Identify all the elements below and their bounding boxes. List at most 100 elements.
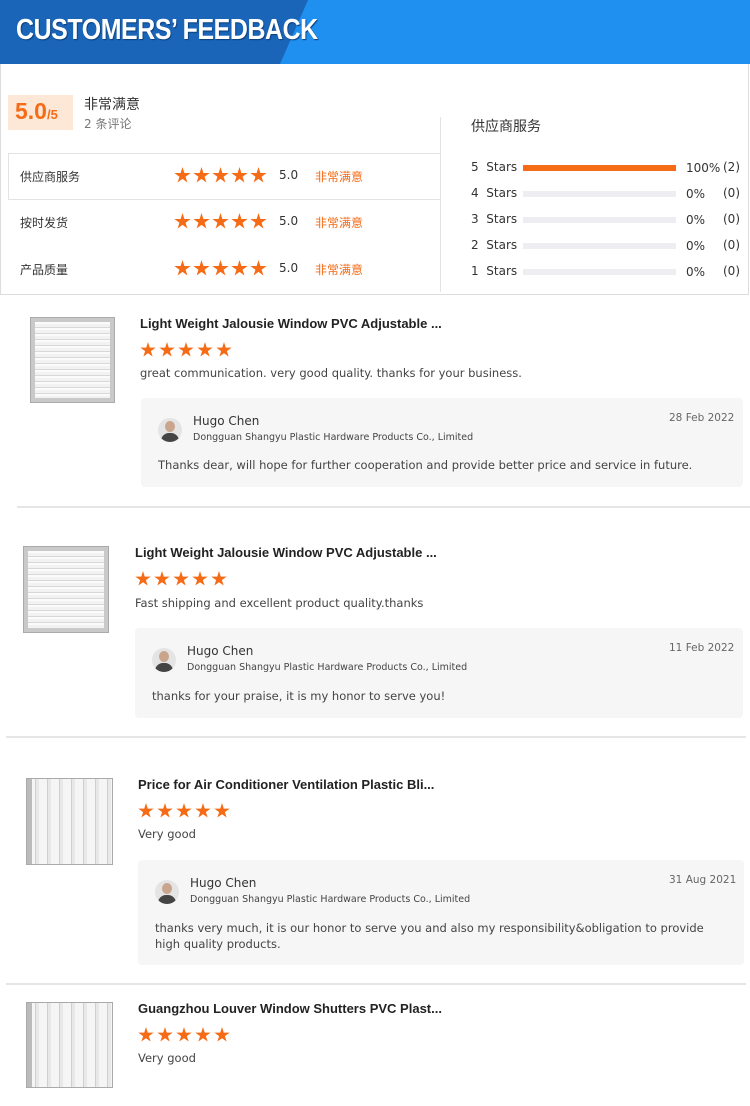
breakdown-percent: 0% xyxy=(686,265,706,279)
star-rating xyxy=(135,571,230,591)
star-icon xyxy=(154,571,170,586)
breakdown-percent: 0% xyxy=(686,187,706,201)
category-label: 产品质量 xyxy=(20,263,69,277)
review-comment: great communication. very good quality. … xyxy=(140,366,522,380)
breakdown-count: (0) xyxy=(723,238,740,252)
star-icon xyxy=(173,571,189,586)
star-rating xyxy=(138,1027,233,1047)
star-rating xyxy=(174,167,269,188)
star-icon xyxy=(212,167,229,183)
star-icon xyxy=(193,260,210,276)
avatar-icon xyxy=(158,418,182,442)
product-title-link[interactable]: Light Weight Jalousie Window PVC Adjusta… xyxy=(135,545,437,560)
feedback-banner: CUSTOMERS’ FEEDBACK xyxy=(0,0,750,64)
star-icon xyxy=(197,342,213,357)
reply-date: 11 Feb 2022 xyxy=(669,642,735,654)
breakdown-label: 1 Stars xyxy=(471,264,518,278)
review-divider xyxy=(6,736,746,738)
star-icon xyxy=(193,213,210,229)
reply-name: Hugo Chen xyxy=(190,876,257,890)
star-icon xyxy=(159,342,175,357)
overall-rating-text: 非常满意 xyxy=(84,97,140,113)
reply-text: thanks very much, it is our honor to ser… xyxy=(155,921,704,951)
breakdown-bar xyxy=(523,217,676,223)
breakdown-count: (0) xyxy=(723,212,740,226)
star-icon xyxy=(195,1027,211,1042)
star-rating xyxy=(174,213,269,234)
breakdown-count: (2) xyxy=(723,160,740,174)
reply-name: Hugo Chen xyxy=(187,644,254,658)
breakdown-count: (0) xyxy=(723,264,740,278)
reply-company: Dongguan Shangyu Plastic Hardware Produc… xyxy=(190,894,471,905)
breakdown-title: 供应商服务 xyxy=(471,119,541,135)
score-max: /5 xyxy=(46,107,58,122)
star-icon xyxy=(174,260,191,276)
star-rating xyxy=(138,803,233,823)
breakdown-label: 4 Stars xyxy=(471,186,518,200)
product-thumbnail[interactable] xyxy=(23,546,109,633)
star-icon xyxy=(135,571,151,586)
star-icon xyxy=(211,571,227,586)
supplier-reply xyxy=(135,628,743,718)
star-icon xyxy=(174,167,191,183)
breakdown-label: 2 Stars xyxy=(471,238,518,252)
star-rating xyxy=(140,342,235,362)
category-rating-text: 非常满意 xyxy=(315,216,364,230)
star-icon xyxy=(231,167,248,183)
review-divider xyxy=(17,506,750,508)
score-value: 5.0 xyxy=(15,98,47,124)
review-comment: Fast shipping and excellent product qual… xyxy=(135,596,424,610)
star-icon xyxy=(212,213,229,229)
star-icon xyxy=(157,1027,173,1042)
product-thumbnail[interactable] xyxy=(30,317,115,403)
breakdown-bar xyxy=(523,191,676,197)
star-icon xyxy=(250,213,267,229)
star-icon xyxy=(174,213,191,229)
product-title-link[interactable]: Price for Air Conditioner Ventilation Pl… xyxy=(138,777,434,792)
star-icon xyxy=(195,803,211,818)
category-rating-text: 非常满意 xyxy=(315,170,364,184)
overall-score: 5.0/5 xyxy=(8,95,73,130)
review-comment: Very good xyxy=(138,827,196,841)
review-count: 2 条评论 xyxy=(84,117,132,131)
category-value: 5.0 xyxy=(279,168,299,182)
breakdown-label: 3 Stars xyxy=(471,212,518,226)
breakdown-percent: 0% xyxy=(686,239,706,253)
reply-date: 28 Feb 2022 xyxy=(669,412,735,424)
breakdown-percent: 0% xyxy=(686,213,706,227)
reply-text: Thanks dear, will hope for further coope… xyxy=(158,458,693,472)
star-icon xyxy=(212,260,229,276)
breakdown-bar xyxy=(523,269,676,275)
review-comment: Very good xyxy=(138,1051,196,1065)
breakdown-bar xyxy=(523,243,676,249)
star-icon xyxy=(250,167,267,183)
star-icon xyxy=(138,1027,154,1042)
reply-date: 31 Aug 2021 xyxy=(669,874,737,886)
category-value: 5.0 xyxy=(279,261,299,275)
star-icon xyxy=(214,803,230,818)
star-icon xyxy=(250,260,267,276)
avatar-icon xyxy=(155,880,179,904)
breakdown-label: 5 Stars xyxy=(471,160,518,174)
product-thumbnail[interactable] xyxy=(26,778,113,865)
reply-name: Hugo Chen xyxy=(193,414,260,428)
reply-company: Dongguan Shangyu Plastic Hardware Produc… xyxy=(193,432,474,443)
category-rating-text: 非常满意 xyxy=(315,263,364,277)
star-icon xyxy=(231,213,248,229)
star-icon xyxy=(214,1027,230,1042)
star-rating xyxy=(174,260,269,281)
star-icon xyxy=(138,803,154,818)
reply-text: thanks for your praise, it is my honor t… xyxy=(152,689,446,703)
star-icon xyxy=(192,571,208,586)
product-thumbnail[interactable] xyxy=(26,1002,113,1088)
product-title-link[interactable]: Guangzhou Louver Window Shutters PVC Pla… xyxy=(138,1001,442,1016)
star-icon xyxy=(193,167,210,183)
avatar-icon xyxy=(152,648,176,672)
product-title-link[interactable]: Light Weight Jalousie Window PVC Adjusta… xyxy=(140,316,442,331)
star-icon xyxy=(231,260,248,276)
category-value: 5.0 xyxy=(279,214,299,228)
breakdown-count: (0) xyxy=(723,186,740,200)
breakdown-bar xyxy=(523,165,676,171)
star-icon xyxy=(178,342,194,357)
breakdown-bar-fill xyxy=(523,165,676,171)
